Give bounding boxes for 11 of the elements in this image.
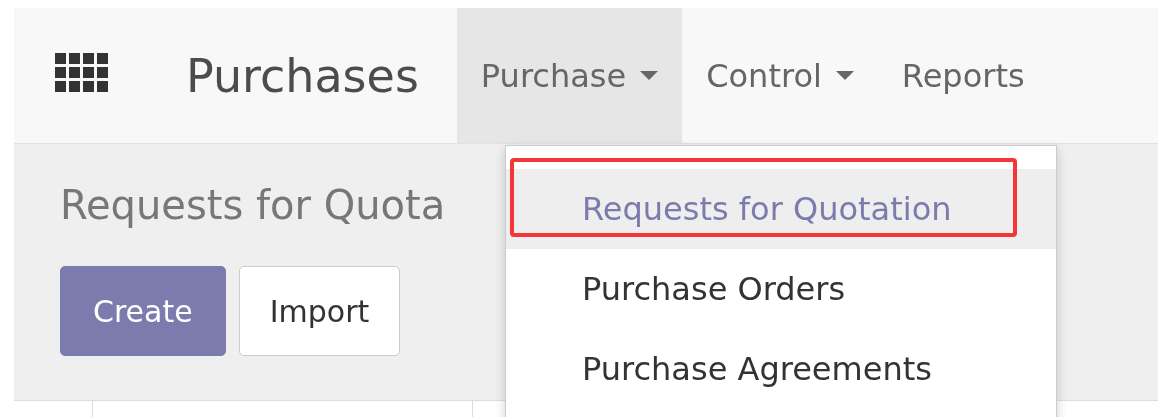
app-brand: Purchases <box>186 48 419 103</box>
menu-item[interactable]: Purchase Agreements <box>506 329 1056 409</box>
page-title: Requests for Quota <box>60 182 446 228</box>
menu-tab[interactable]: Purchase <box>456 8 683 143</box>
menu-tab[interactable]: Control <box>682 8 878 143</box>
create-button[interactable]: Create <box>60 266 226 356</box>
app-grid-icon[interactable] <box>55 53 108 93</box>
menu-item[interactable]: Purchase Orders <box>506 249 1056 329</box>
import-button[interactable]: Import <box>238 266 401 356</box>
menu-item[interactable]: Requests for Quotation <box>506 169 1056 249</box>
menu-tab[interactable]: Reports <box>877 8 1049 143</box>
